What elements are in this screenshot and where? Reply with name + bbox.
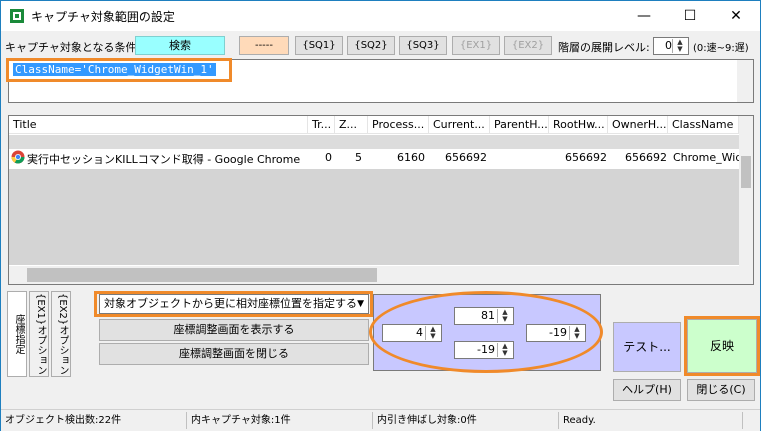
row-process: 6160 [397,151,425,164]
col-classname[interactable]: ClassName [668,116,739,133]
status-detected: オブジェクト検出数:22件 [1,412,187,429]
select-highlight [94,291,373,317]
col-tr[interactable]: Tr... [308,116,335,133]
list-row[interactable] [9,135,739,149]
tab-coordinates[interactable]: 座標指定 [7,291,27,377]
spin-arrows-icon[interactable]: ▲ ▼ [672,39,687,53]
object-list[interactable]: Title Tr... Z... Process... Current... P… [8,115,754,285]
minimize-button[interactable]: — [621,1,667,31]
depth-stepper[interactable]: 0 ▲ ▼ [653,37,689,55]
chrome-icon [11,150,25,167]
status-bar: オブジェクト検出数:22件 内キャプチャ対象:1件 内引き伸ばし対象:0件 Re… [1,409,760,431]
col-owner[interactable]: OwnerH... [608,116,668,133]
col-current[interactable]: Current... [429,116,490,133]
ex2-button[interactable]: {EX2} [504,36,552,55]
list-row-highlighted[interactable]: 実行中セッションKILLコマンド取得 - Google Chrome 0 5 6… [9,149,739,167]
list-vscrollbar[interactable] [739,116,753,284]
close-button[interactable]: 閉じる(C) [687,379,755,401]
tab-ex2-options[interactable]: {EX2}オプション [51,291,71,377]
search-button[interactable]: 検索 [135,36,225,55]
help-button[interactable]: ヘルプ(H) [613,379,681,401]
hscroll-thumb[interactable] [27,268,377,282]
row-current: 656692 [445,151,487,164]
col-process[interactable]: Process... [368,116,429,133]
col-z[interactable]: Z... [335,116,368,133]
title-bar: キャプチャ対象範囲の設定 — ☐ ✕ [1,1,760,31]
row-root: 656692 [565,151,607,164]
condition-toolbar: キャプチャ対象となる条件: 検索 ----- {SQ1} {SQ2} {SQ3}… [1,35,760,57]
condition-scrollbar[interactable] [737,60,753,102]
dash-button[interactable]: ----- [239,36,289,55]
sq3-button[interactable]: {SQ3} [399,36,447,55]
status-state: Ready. [559,412,743,429]
vscroll-thumb[interactable] [741,156,751,188]
col-root[interactable]: RootHw... [549,116,608,133]
window-title: キャプチャ対象範囲の設定 [31,10,175,24]
list-rows-blurred[interactable] [9,169,739,265]
list-hscrollbar[interactable] [9,266,739,284]
maximize-button[interactable]: ☐ [667,1,713,31]
sq1-button[interactable]: {SQ1} [295,36,343,55]
list-header: Title Tr... Z... Process... Current... P… [9,116,739,134]
test-button[interactable]: テスト... [613,322,681,372]
status-capture: 内キャプチャ対象:1件 [187,412,373,429]
condition-label: キャプチャ対象となる条件: [5,41,141,54]
ex1-button[interactable]: {EX1} [452,36,500,55]
depth-value: 0 [665,39,672,52]
row-classname: Chrome_Widge [673,151,739,164]
coord-highlight [369,291,603,373]
close-adjust-button[interactable]: 座標調整画面を閉じる [99,343,369,365]
apply-highlight [684,316,760,376]
col-title[interactable]: Title [9,116,308,133]
status-stretch: 内引き伸ばし対象:0件 [373,412,559,429]
filter-highlight [6,58,232,82]
depth-label: 階層の展開レベル: [558,41,650,54]
row-tr: 0 [325,151,332,164]
show-adjust-button[interactable]: 座標調整画面を表示する [99,319,369,341]
sq2-button[interactable]: {SQ2} [347,36,395,55]
close-window-button[interactable]: ✕ [713,1,759,31]
app-icon [10,9,24,23]
row-title: 実行中セッションKILLコマンド取得 - Google Chrome [27,153,301,166]
depth-hint: (0:速~9:遅) [693,43,749,54]
row-owner: 656692 [625,151,667,164]
col-parent[interactable]: ParentH... [490,116,549,133]
row-z: 5 [355,151,362,164]
tab-ex1-options[interactable]: {EX1}オプション [29,291,49,377]
capture-range-window: キャプチャ対象範囲の設定 — ☐ ✕ キャプチャ対象となる条件: 検索 ----… [0,0,761,431]
